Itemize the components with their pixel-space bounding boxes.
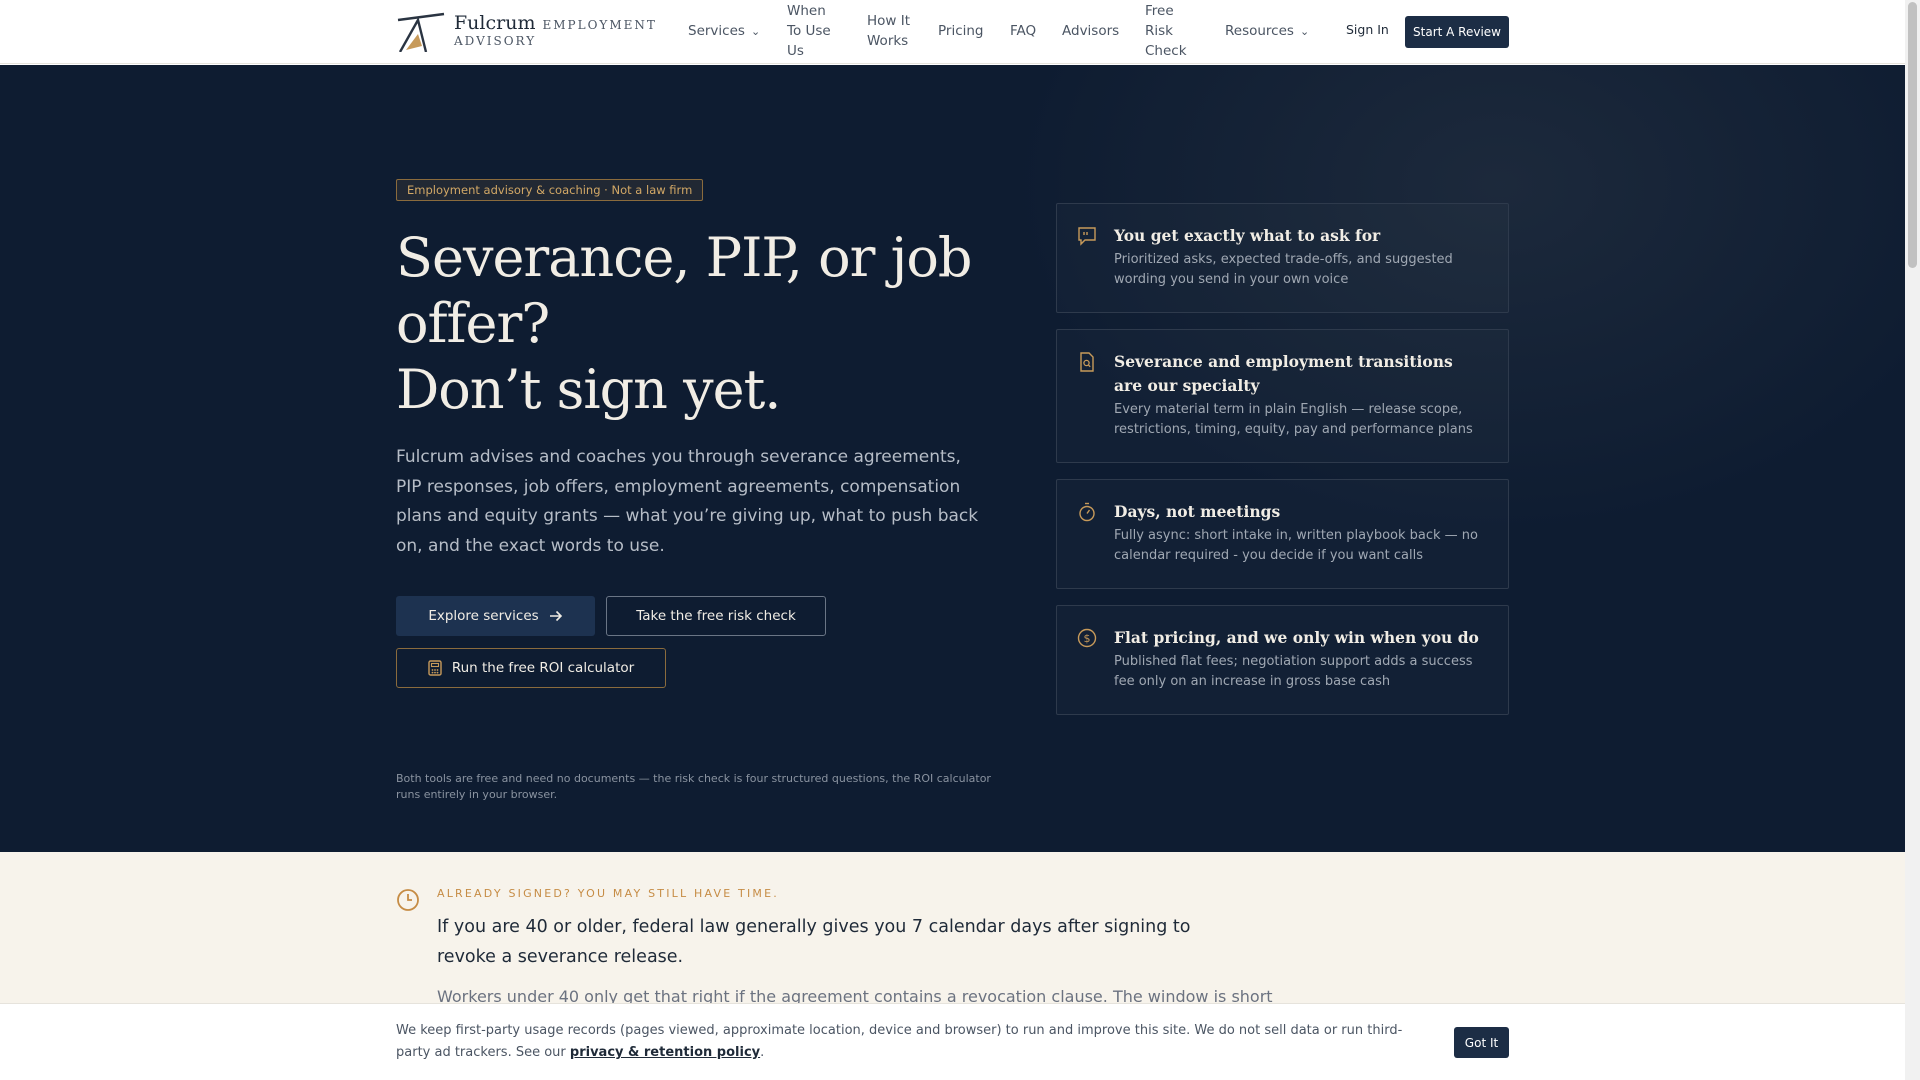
feature-card: Days, not meetings Fully async: short in…: [1056, 479, 1509, 589]
scrollbar-thumb[interactable]: [1908, 2, 1917, 268]
card-text: Fully async: short intake in, written pl…: [1114, 528, 1478, 563]
card-title: Severance and employment transitions are…: [1114, 352, 1453, 395]
headline-line1: Severance, PIP, or job: [396, 226, 972, 289]
nav-how-it-works[interactable]: How It Works: [867, 11, 910, 51]
nav-risk-line3: Check: [1145, 43, 1187, 59]
nav-how-line2: Works: [867, 33, 909, 49]
card-text: Published flat fees; negotiation support…: [1114, 654, 1473, 689]
feature-card: $ Flat pricing, and we only win when you…: [1056, 605, 1509, 715]
stopwatch-icon: [1079, 502, 1095, 522]
cookie-text: We keep first-party usage records (pages…: [396, 1020, 1436, 1064]
nav-when-line2: To Use: [787, 23, 831, 39]
nav-pricing[interactable]: Pricing: [938, 21, 984, 41]
card-text: Every material term in plain English — r…: [1114, 402, 1473, 437]
nav-advisors[interactable]: Advisors: [1062, 21, 1119, 41]
nav-how-line1: How It: [867, 13, 911, 29]
notice-eyebrow: ALREADY SIGNED? YOU MAY STILL HAVE TIME.: [437, 887, 779, 900]
feature-card: Severance and employment transitions are…: [1056, 329, 1509, 463]
free-risk-check-button[interactable]: Take the free risk check: [606, 596, 826, 636]
feature-card: You get exactly what to ask for Prioriti…: [1056, 203, 1509, 313]
start-review-button[interactable]: Start A Review: [1405, 16, 1509, 48]
roi-calculator-button[interactable]: Run the free ROI calculator: [396, 648, 666, 688]
nav-when-line3: Us: [787, 43, 804, 59]
document-search-icon: [1080, 352, 1094, 372]
clock-icon: [397, 889, 419, 911]
cookie-message: We keep first-party usage records (pages…: [396, 1023, 1403, 1060]
hero-headline: Severance, PIP, or job offer? Don’t sign…: [396, 225, 996, 423]
top-nav: Fulcrum EMPLOYMENT ADVISORY Services ⌄ Wh…: [0, 0, 1905, 64]
chevron-down-icon: ⌄: [750, 25, 761, 38]
notice-main: If you are 40 or older, federal law gene…: [437, 917, 1191, 967]
brand-name: Fulcrum: [454, 12, 536, 34]
nav-services[interactable]: Services ⌄: [688, 21, 760, 42]
nav-resources[interactable]: Resources ⌄: [1225, 21, 1309, 42]
hero-lead: Fulcrum advises and coaches you through …: [396, 447, 979, 556]
privacy-policy-link[interactable]: privacy & retention policy: [570, 1045, 760, 1060]
sign-in-link[interactable]: Sign In: [1346, 22, 1389, 37]
card-title: You get exactly what to ask for: [1114, 226, 1381, 245]
nav-resources-label: Resources: [1225, 23, 1294, 39]
hero-badge: Employment advisory & coaching · Not a l…: [396, 179, 704, 201]
card-title: Flat pricing, and we only win when you d…: [1114, 628, 1479, 647]
nav-risk-line2: Risk: [1145, 23, 1173, 39]
svg-text:$: $: [1084, 632, 1091, 645]
cookie-banner: We keep first-party usage records (pages…: [0, 1003, 1905, 1080]
roi-calculator-label: Run the free ROI calculator: [451, 660, 635, 676]
hero-section: Employment advisory & coaching · Not a l…: [0, 65, 1905, 852]
nav-risk-line1: Free: [1145, 3, 1174, 19]
fulcrum-logo-icon: [397, 12, 445, 52]
cookie-end: .: [760, 1045, 765, 1060]
card-title: Days, not meetings: [1114, 502, 1281, 521]
brand-logo[interactable]: Fulcrum EMPLOYMENT ADVISORY: [396, 12, 657, 52]
nav-faq[interactable]: FAQ: [1010, 21, 1036, 41]
quote-bubble-icon: [1078, 227, 1096, 246]
nav-when-to-use-us[interactable]: When To Use Us: [787, 1, 831, 61]
chevron-down-icon: ⌄: [1299, 25, 1310, 38]
headline-line2: offer?: [396, 292, 550, 355]
explore-services-button[interactable]: Explore services: [396, 596, 595, 636]
nav-when-line1: When: [787, 3, 826, 19]
brand-sub2: ADVISORY: [454, 34, 537, 48]
nav-free-risk-check[interactable]: Free Risk Check: [1145, 1, 1187, 61]
brand-sub1: EMPLOYMENT: [542, 18, 657, 32]
card-text: Prioritized asks, expected trade-offs, a…: [1114, 252, 1453, 287]
headline-line3: Don’t sign yet.: [396, 358, 781, 421]
calculator-icon: [428, 660, 442, 676]
got-it-button[interactable]: Got It: [1454, 1027, 1509, 1058]
arrow-right-icon: [549, 610, 562, 622]
hero-tools-note: Both tools are free and need no document…: [396, 772, 991, 801]
nav-services-label: Services: [688, 23, 745, 39]
explore-services-label: Explore services: [428, 608, 539, 624]
dollar-circle-icon: $: [1077, 628, 1097, 648]
